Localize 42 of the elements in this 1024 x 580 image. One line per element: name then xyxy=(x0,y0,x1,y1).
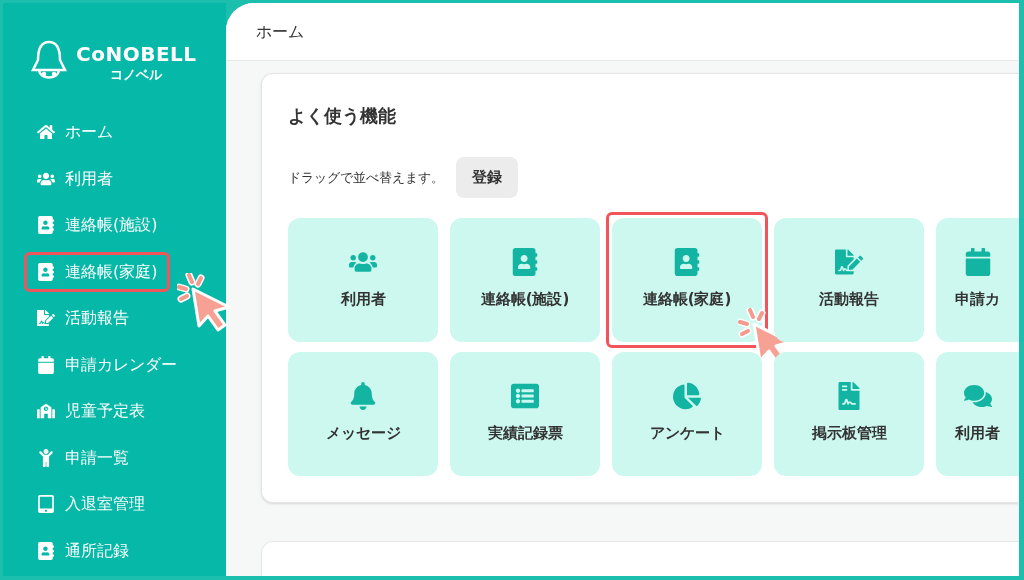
feature-tile[interactable]: 利用者 xyxy=(936,351,1019,476)
bell-icon xyxy=(349,382,377,411)
feature-tile[interactable]: 申請カ xyxy=(936,217,1019,342)
tile-label: 掲示板管理 xyxy=(811,423,887,445)
document-pen-icon xyxy=(37,309,55,328)
school-icon xyxy=(37,402,55,421)
tile-label: 実績記録票 xyxy=(487,423,563,445)
feature-tile[interactable]: メッセージ xyxy=(288,351,438,476)
child-icon xyxy=(37,448,55,467)
calendar-icon xyxy=(37,355,55,374)
tile-label: 申請カ xyxy=(955,289,1000,311)
document-pen-icon xyxy=(835,248,863,277)
list-icon xyxy=(511,382,539,411)
tile-label: 連絡帳(施設) xyxy=(480,289,570,311)
feature-tile[interactable]: 連絡帳(施設) xyxy=(450,217,600,342)
drag-hint: ドラッグで並べ替えます。 xyxy=(288,168,444,187)
page-title: ホーム xyxy=(256,20,304,43)
register-button[interactable]: 登録 xyxy=(456,157,518,198)
feature-tile[interactable]: 掲示板管理 xyxy=(774,351,924,476)
feature-tile[interactable]: 連絡帳(家庭) xyxy=(612,217,762,342)
tile-label: 利用者 xyxy=(340,289,386,311)
contact-book-icon xyxy=(511,248,539,277)
logo-subtitle: コノベル xyxy=(110,67,163,81)
tablet-icon xyxy=(37,495,55,514)
feature-tile[interactable]: アンケート xyxy=(612,351,762,476)
tile-label: 利用者 xyxy=(955,423,1000,445)
contact-book-icon xyxy=(37,541,55,560)
tile-label: アンケート xyxy=(649,423,725,445)
calendar-icon xyxy=(963,248,992,277)
feature-tile[interactable]: 利用者 xyxy=(288,217,438,342)
section-title: よく使う機能 xyxy=(288,104,397,128)
tile-label: 連絡帳(家庭) xyxy=(642,289,732,311)
pie-chart-icon xyxy=(673,382,701,411)
feature-tile[interactable]: 活動報告 xyxy=(774,217,924,342)
logo-wordmark: CoNOBELL xyxy=(76,43,197,64)
contact-book-icon xyxy=(37,216,55,235)
contact-book-icon xyxy=(37,262,55,281)
home-icon xyxy=(37,123,55,142)
contact-book-icon xyxy=(673,248,701,277)
tile-label: メッセージ xyxy=(325,423,401,445)
tile-label: 活動報告 xyxy=(819,289,879,311)
feature-tile[interactable]: 実績記録票 xyxy=(450,351,600,476)
